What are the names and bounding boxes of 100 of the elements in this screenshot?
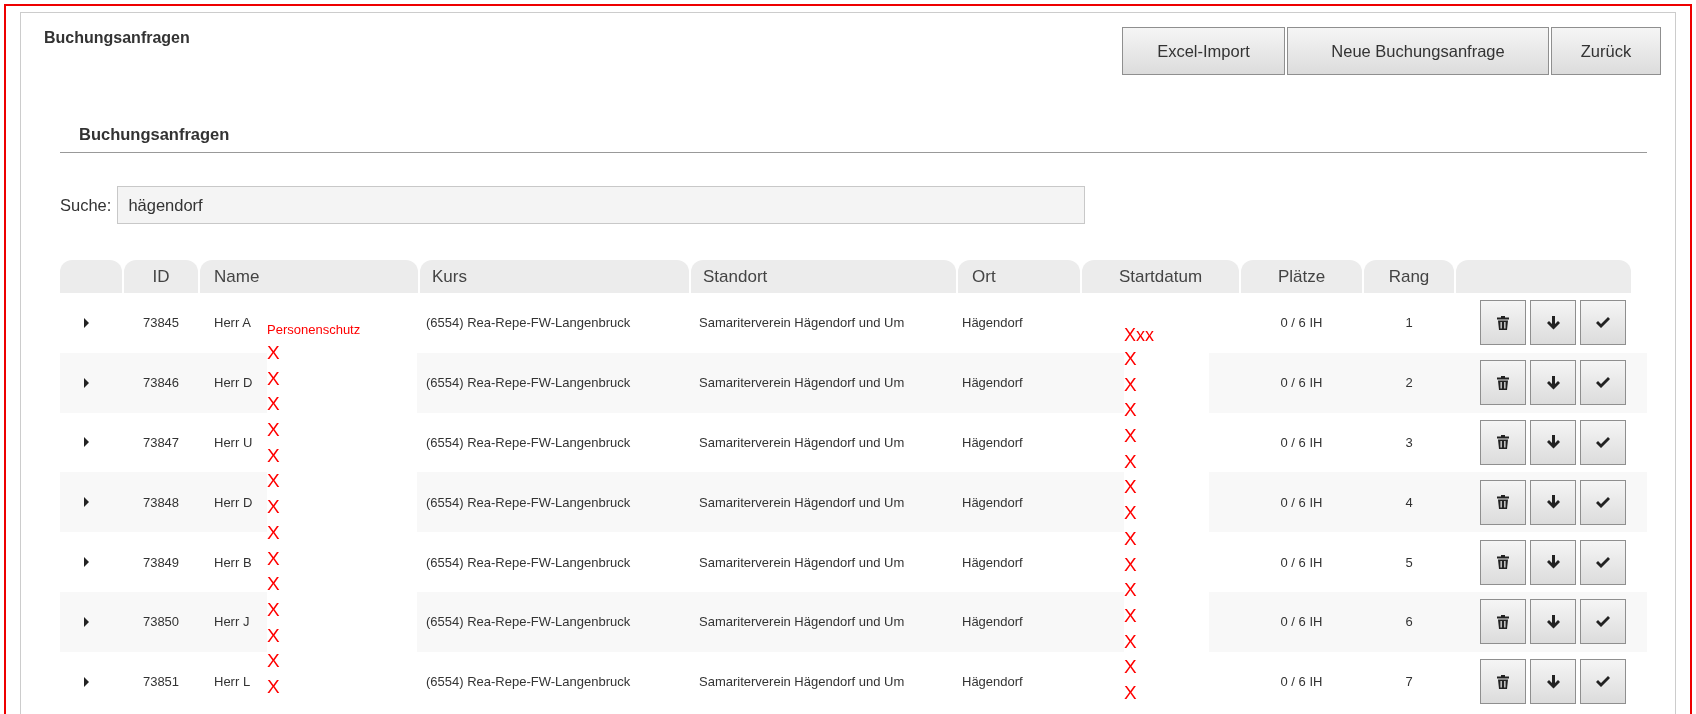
redaction-mark: X xyxy=(1124,603,1137,628)
redaction-mark: X xyxy=(1124,680,1137,705)
move-down-button[interactable] xyxy=(1530,420,1576,465)
redaction-mark: X xyxy=(1124,629,1137,654)
table-cell: 73849 xyxy=(142,554,180,570)
check-icon xyxy=(1596,377,1610,389)
confirm-button[interactable] xyxy=(1580,659,1626,705)
move-down-button[interactable] xyxy=(1530,599,1576,645)
column-header[interactable]: Kurs xyxy=(420,260,689,293)
table-cell: 0 / 6 IH xyxy=(1280,435,1323,450)
confirm-button[interactable] xyxy=(1580,599,1626,645)
table-cell: 73846 xyxy=(142,375,180,391)
confirm-button[interactable] xyxy=(1580,420,1626,465)
column-header[interactable]: Rang xyxy=(1364,260,1454,293)
trash-icon xyxy=(1497,315,1509,330)
table-cell: Samariterverein Hägendorf und Um xyxy=(699,554,905,570)
redaction-mark: X xyxy=(267,623,280,648)
redaction-mark: X xyxy=(1124,655,1137,680)
redaction-mark: X xyxy=(267,341,280,365)
table-cell: 0 / 6 IH xyxy=(1280,494,1323,510)
check-icon xyxy=(1596,616,1610,628)
arrow-down-icon xyxy=(1546,435,1560,450)
move-down-button[interactable] xyxy=(1530,300,1576,346)
search-field[interactable]: hägendorf xyxy=(117,186,1086,224)
redaction-mark: X xyxy=(1124,501,1137,526)
table-cell: Hägendorf xyxy=(962,554,1023,570)
column-header[interactable]: Name xyxy=(200,260,418,293)
move-down-button[interactable] xyxy=(1530,360,1576,406)
check-icon xyxy=(1596,317,1610,329)
column-header[interactable]: ID xyxy=(124,260,198,293)
table-cell: Samariterverein Hägendorf und Um xyxy=(699,435,905,450)
check-icon xyxy=(1596,676,1610,688)
redaction-mark: X xyxy=(1124,552,1137,577)
check-icon xyxy=(1596,437,1610,448)
table-cell: 73847 xyxy=(142,435,180,450)
redaction-mark: X xyxy=(1124,347,1137,371)
expand-icon[interactable] xyxy=(84,377,89,388)
page-title: Buchungsanfragen xyxy=(44,29,190,47)
table-cell: (6554) Rea-Repe-FW-Langenbruck xyxy=(426,554,631,570)
table-cell: Hägendorf xyxy=(962,494,1023,510)
expand-icon[interactable] xyxy=(84,616,89,627)
arrow-down-icon xyxy=(1546,495,1560,510)
move-down-button[interactable] xyxy=(1530,539,1576,585)
table-cell: (6554) Rea-Repe-FW-Langenbruck xyxy=(426,674,631,690)
search-label: Suche: xyxy=(60,195,112,215)
table-cell: 73851 xyxy=(142,674,180,690)
delete-button[interactable] xyxy=(1480,659,1526,705)
delete-button[interactable] xyxy=(1480,300,1526,346)
toolbar-button[interactable]: Zurück xyxy=(1551,27,1661,75)
table-cell: 0 / 6 IH xyxy=(1280,554,1323,570)
table-cell: 0 / 6 IH xyxy=(1280,315,1323,331)
column-header[interactable]: Plätze xyxy=(1241,260,1362,293)
redaction-mark: X xyxy=(267,418,280,443)
trash-icon xyxy=(1497,375,1509,390)
arrow-down-icon xyxy=(1546,555,1560,570)
redaction-mark: X xyxy=(267,572,280,597)
table-cell: 7 xyxy=(1405,674,1413,690)
confirm-button[interactable] xyxy=(1580,539,1626,585)
redaction-mark: X xyxy=(1124,398,1137,423)
check-icon xyxy=(1596,556,1610,568)
confirm-button[interactable] xyxy=(1580,360,1626,406)
expand-icon[interactable] xyxy=(84,317,89,328)
expand-icon[interactable] xyxy=(84,557,89,568)
delete-button[interactable] xyxy=(1480,479,1526,525)
table-cell: Samariterverein Hägendorf und Um xyxy=(699,315,905,331)
trash-icon xyxy=(1497,435,1509,450)
redaction-mark: X xyxy=(1124,475,1137,500)
redaction-mark: X xyxy=(267,520,280,545)
arrow-down-icon xyxy=(1546,674,1560,689)
delete-button[interactable] xyxy=(1480,599,1526,645)
table-cell: 0 / 6 IH xyxy=(1280,614,1323,630)
delete-button[interactable] xyxy=(1480,360,1526,406)
delete-button[interactable] xyxy=(1480,420,1526,465)
table-cell: Herr L xyxy=(214,674,251,690)
redaction-label: Xxx xyxy=(1124,324,1155,346)
redaction-mark: X xyxy=(267,674,280,699)
delete-button[interactable] xyxy=(1480,539,1526,585)
expand-icon[interactable] xyxy=(84,497,89,508)
expand-icon[interactable] xyxy=(84,676,89,687)
confirm-button[interactable] xyxy=(1580,300,1626,346)
column-header[interactable]: Standort xyxy=(691,260,956,293)
table-cell: Hägendorf xyxy=(962,315,1023,331)
column-header[interactable]: Ort xyxy=(958,260,1080,293)
table-cell: 73850 xyxy=(142,614,180,630)
redaction-mark: X xyxy=(1124,449,1137,474)
trash-icon xyxy=(1497,555,1509,570)
move-down-button[interactable] xyxy=(1530,659,1576,705)
redaction-mark: X xyxy=(1124,424,1137,449)
move-down-button[interactable] xyxy=(1530,479,1576,525)
toolbar-button[interactable]: Excel-Import xyxy=(1122,27,1285,75)
confirm-button[interactable] xyxy=(1580,479,1626,525)
redaction-mark: X xyxy=(267,392,280,417)
table-cell: Samariterverein Hägendorf und Um xyxy=(699,494,905,510)
expand-icon[interactable] xyxy=(84,437,89,448)
redaction-mark: X xyxy=(267,546,280,571)
toolbar-button[interactable]: Neue Buchungsanfrage xyxy=(1287,27,1549,75)
redaction-mark: X xyxy=(267,495,280,520)
column-header[interactable]: Startdatum xyxy=(1082,260,1239,293)
trash-icon xyxy=(1497,614,1509,629)
redaction-mark: X xyxy=(267,443,280,468)
